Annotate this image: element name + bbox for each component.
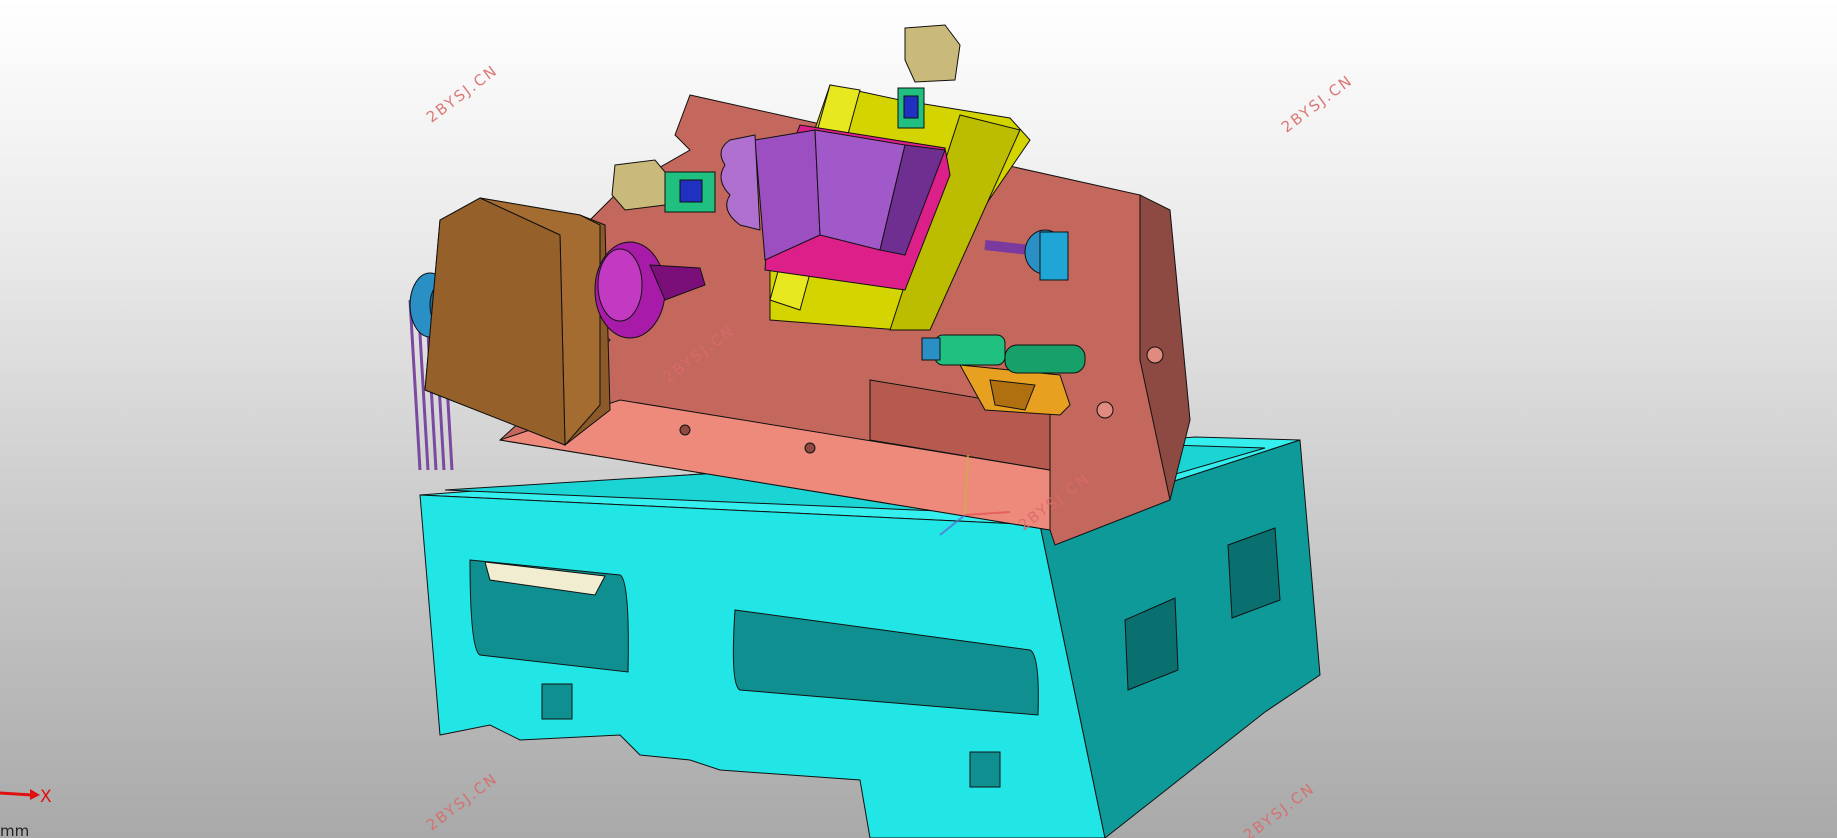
headstock[interactable] — [424, 197, 611, 447]
units-label: mm — [0, 822, 30, 838]
lathe-model[interactable] — [0, 0, 1837, 838]
axis-x-label: X — [40, 787, 52, 807]
view-triad[interactable] — [0, 789, 40, 800]
cad-viewport[interactable]: 2BYSJ.CN 2BYSJ.CN 2BYSJ.CN 2BYSJ.CN 2BYS… — [0, 0, 1837, 838]
